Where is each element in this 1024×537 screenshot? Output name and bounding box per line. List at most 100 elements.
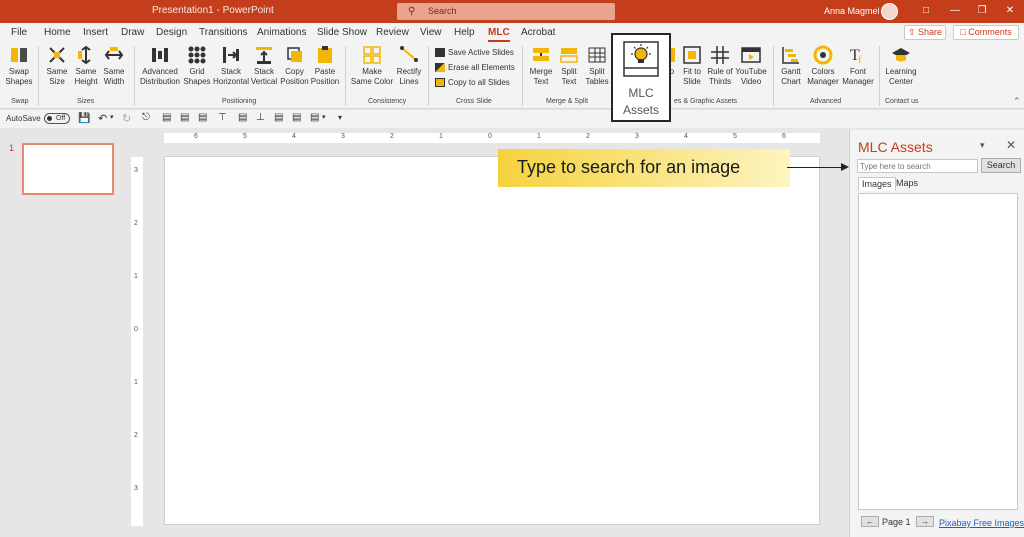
split-text-button[interactable]: Split Text [555, 45, 583, 87]
save-icon[interactable]: 💾 [78, 113, 90, 124]
split-text-icon [559, 45, 579, 65]
tab-draw[interactable]: Draw [121, 27, 144, 38]
powerpoint-window: { "titlebar": { "title": "Presentation1 … [0, 0, 1024, 537]
same-height-icon [76, 45, 96, 65]
grid-icon [187, 45, 207, 65]
tab-help[interactable]: Help [454, 27, 475, 38]
erase-all-elements-button[interactable]: Erase all Elements [435, 63, 515, 73]
mlc-assets-button[interactable]: MLC Assets [611, 33, 671, 122]
customize-qat-icon[interactable]: ▾ [338, 113, 342, 122]
save-active-slides-button[interactable]: Save Active Slides [435, 48, 514, 58]
tab-acrobat[interactable]: Acrobat [521, 27, 555, 38]
ruler-label: 0 [134, 326, 138, 333]
same-size-button[interactable]: Same Size [43, 45, 71, 87]
avatar[interactable] [881, 3, 898, 20]
align-center-icon[interactable]: ▤ [180, 112, 189, 123]
tab-maps[interactable]: Maps [893, 177, 921, 191]
tab-home[interactable]: Home [44, 27, 71, 38]
learning-center-button[interactable]: Learning Center [884, 45, 918, 87]
mlc-assets-pane: MLC Assets ▾ ✕ Search Images Maps ← Page… [849, 130, 1024, 537]
fit-to-slide-button[interactable]: Fit to Slide [678, 45, 706, 87]
copy-to-all-slides-button[interactable]: Copy to all Slides [435, 78, 510, 88]
comments-button[interactable]: □ Comments [953, 25, 1019, 40]
collapse-ribbon-icon[interactable]: ⌃ [1013, 96, 1021, 107]
search-icon: ⚲ [408, 6, 416, 17]
align-right-icon[interactable]: ▤ [198, 112, 207, 123]
rule-of-thirds-button[interactable]: Rule of Thirds [706, 45, 734, 87]
distribute-v-icon[interactable]: ▤ [292, 112, 301, 123]
title-bar: Presentation1 - PowerPoint ⚲ Search Anna… [0, 0, 1024, 23]
presenter-icon[interactable]: ⎋ [142, 112, 150, 123]
grid-shapes-button[interactable]: Grid Shapes [182, 45, 212, 87]
ruler-label: 4 [684, 133, 688, 140]
copy-icon [435, 78, 445, 88]
same-height-button[interactable]: Same Height [72, 45, 100, 87]
divider [522, 46, 523, 106]
font-manager-button[interactable]: Tf Font Manager [842, 45, 874, 87]
split-tables-button[interactable]: Split Tables [583, 45, 611, 87]
group-shapes-graphic: es & Graphic Assets [674, 98, 738, 105]
align-bottom-icon[interactable]: ⊥ [256, 112, 265, 123]
lightbulb-icon [623, 41, 659, 77]
tab-insert[interactable]: Insert [83, 27, 108, 38]
horizontal-ruler: 6 5 4 3 2 1 0 1 2 3 4 5 6 [164, 133, 820, 143]
advanced-distribution-button[interactable]: Advanced Distribution [139, 45, 181, 87]
previous-page-button[interactable]: ← [861, 516, 879, 527]
arrange-icon[interactable]: ▤ [310, 112, 319, 123]
next-page-button[interactable]: → [916, 516, 934, 527]
restore-icon[interactable]: ❐ [972, 3, 992, 19]
slide-canvas[interactable] [164, 156, 820, 525]
tab-file[interactable]: File [11, 27, 27, 38]
same-width-icon [104, 45, 124, 65]
rectify-lines-button[interactable]: Rectify Lines [395, 45, 423, 87]
tab-images[interactable]: Images [858, 177, 896, 191]
ruler-label: 2 [134, 220, 138, 227]
youtube-video-button[interactable]: YouTube Video [734, 45, 768, 87]
same-width-button[interactable]: Same Width [100, 45, 128, 87]
stack-horizontal-button[interactable]: Stack Horizontal [213, 45, 249, 87]
tab-transitions[interactable]: Transitions [199, 27, 248, 38]
paste-position-icon [315, 45, 335, 65]
tab-slide-show[interactable]: Slide Show [317, 27, 367, 38]
fit-to-slide-icon [682, 45, 702, 65]
quick-access-toolbar: AutoSave Off 💾 ↶ ▾ ↻ ⎋ ▤ ▤ ▤ ⊤ ▤ ⊥ ▤ ▤ ▤… [0, 110, 1024, 128]
paste-position-button[interactable]: Paste Position [310, 45, 340, 87]
image-search-input[interactable] [857, 159, 978, 173]
merge-text-button[interactable]: Merge Text [527, 45, 555, 87]
copy-position-button[interactable]: Copy Position [280, 45, 309, 87]
undo-icon[interactable]: ↶ [98, 112, 107, 125]
redo-icon[interactable]: ↻ [122, 112, 131, 125]
distribute-h-icon[interactable]: ▤ [274, 112, 283, 123]
ribbon-tabs: File Home Insert Draw Design Transitions… [0, 23, 1024, 43]
stack-vertical-button[interactable]: Stack Vertical [249, 45, 279, 87]
swap-shapes-button[interactable]: Swap Shapes [4, 45, 34, 87]
tab-review[interactable]: Review [376, 27, 409, 38]
slide-thumbnail[interactable] [22, 143, 114, 195]
pixabay-link[interactable]: Pixabay Free Images [939, 518, 1024, 528]
share-button[interactable]: ⇧ Share [904, 25, 946, 40]
align-top-icon[interactable]: ⊤ [218, 112, 227, 123]
ruler-label: 3 [134, 485, 138, 492]
align-middle-icon[interactable]: ▤ [238, 112, 247, 123]
gantt-chart-button[interactable]: Gantt Chart [778, 45, 804, 87]
autosave-toggle[interactable]: Off [44, 113, 70, 124]
colors-manager-button[interactable]: Colors Manager [805, 45, 841, 87]
tab-design[interactable]: Design [156, 27, 187, 38]
close-icon[interactable]: ✕ [1000, 3, 1020, 19]
user-name[interactable]: Anna Magmel [824, 6, 880, 16]
close-pane-icon[interactable]: ✕ [1006, 138, 1016, 152]
image-results-area [858, 193, 1018, 510]
tab-mlc[interactable]: MLC [488, 27, 510, 42]
pane-options-icon[interactable]: ▾ [980, 140, 985, 151]
search-button[interactable]: Search [981, 158, 1021, 173]
make-same-color-button[interactable]: Make Same Color [350, 45, 394, 87]
chevron-down-icon[interactable]: ▾ [110, 113, 114, 121]
ribbon-display-icon[interactable]: □ [916, 3, 936, 19]
group-swap: Swap [11, 98, 29, 105]
search-box[interactable]: ⚲ Search [397, 3, 615, 20]
chevron-down-icon[interactable]: ▾ [322, 113, 326, 121]
minimize-icon[interactable]: — [945, 3, 965, 19]
tab-animations[interactable]: Animations [257, 27, 306, 38]
tab-view[interactable]: View [420, 27, 442, 38]
align-icon[interactable]: ▤ [162, 112, 171, 123]
